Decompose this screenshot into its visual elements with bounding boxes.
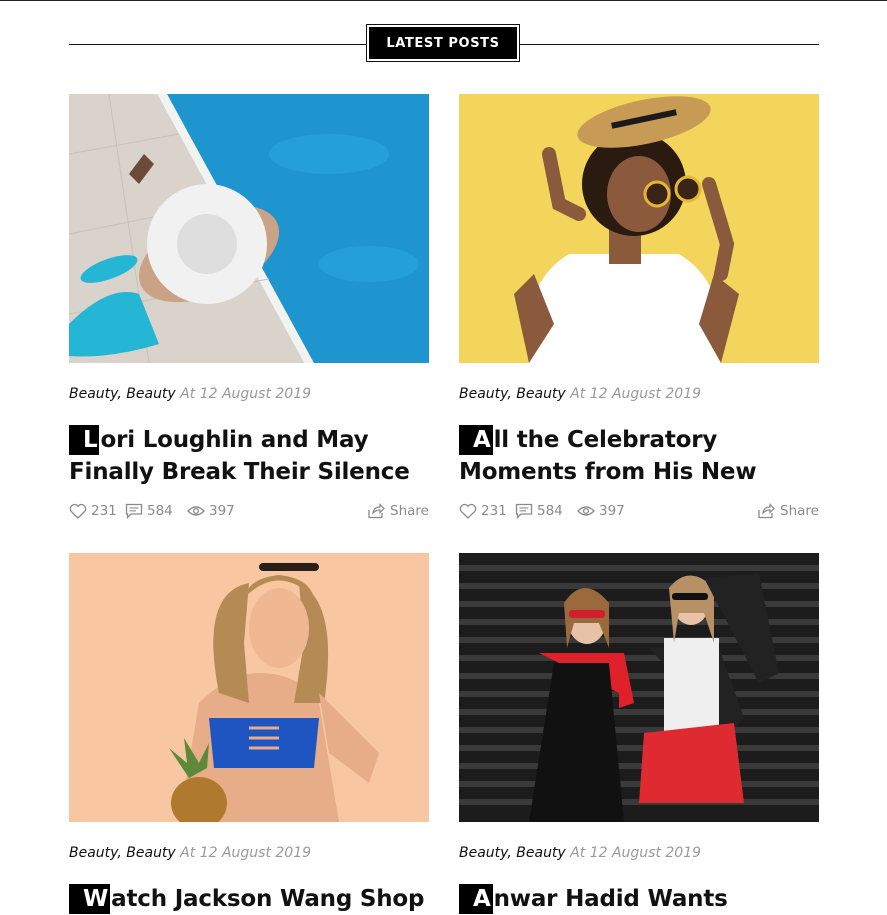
post-date: At 12 August 2019 [570, 386, 702, 402]
share-icon [758, 503, 775, 519]
dropcap: A [459, 425, 493, 455]
post-meta: Beauty, Beauty At 12 August 2019 [459, 386, 701, 402]
category-link[interactable]: Beauty [459, 845, 507, 861]
post-card: Beauty, Beauty At 12 August 2019 Lori Lo… [69, 94, 429, 519]
likes[interactable]: 231 [69, 503, 117, 519]
category-link[interactable]: Beauty [126, 845, 175, 861]
heart-icon [69, 503, 87, 519]
post-image-two-women[interactable] [459, 553, 819, 822]
share-label: Share [390, 503, 429, 519]
post-meta: Beauty, Beauty At 12 August 2019 [69, 845, 311, 861]
post-meta: Beauty, Beauty At 12 August 2019 [69, 386, 311, 402]
comment-icon [515, 503, 533, 519]
comments-count: 584 [147, 503, 173, 519]
post-image-pool[interactable] [69, 94, 429, 363]
likes-count: 231 [91, 503, 117, 519]
post-card: Beauty, Beauty At 12 August 2019 Anwar H… [459, 553, 819, 914]
post-meta: Beauty, Beauty At 12 August 2019 [459, 845, 701, 861]
section-header: LATEST POSTS [69, 24, 819, 64]
post-title-text: atch Jackson Wang Shop [111, 886, 425, 912]
separator: , [507, 386, 512, 402]
post-title-text: ori Loughlin and May Finally Break Their… [69, 427, 410, 485]
post-date: At 12 August 2019 [180, 386, 312, 402]
separator: , [117, 386, 122, 402]
post-title[interactable]: All the Celebratory Moments from His New [459, 424, 819, 488]
separator: , [117, 845, 122, 861]
share-button[interactable]: Share [367, 503, 429, 519]
post-image-pineapple-woman[interactable] [69, 553, 429, 822]
post-image-hat-woman[interactable] [459, 94, 819, 363]
dropcap: W [69, 884, 111, 914]
post-stats: 231 584 397 Share [69, 503, 429, 523]
top-border [0, 0, 887, 1]
category-link[interactable]: Beauty [516, 845, 565, 861]
share-label: Share [780, 503, 819, 519]
post-date: At 12 August 2019 [180, 845, 312, 861]
comment-icon [125, 503, 143, 519]
heart-icon [459, 503, 477, 519]
post-title-text: ll the Celebratory Moments from His New [459, 427, 757, 485]
post-card: Beauty, Beauty At 12 August 2019 All the… [459, 94, 819, 519]
comments[interactable]: 584 [125, 503, 173, 519]
post-title[interactable]: Watch Jackson Wang Shop [69, 883, 429, 915]
category-link[interactable]: Beauty [459, 386, 507, 402]
share-button[interactable]: Share [757, 503, 819, 519]
comments[interactable]: 584 [515, 503, 563, 519]
eye-icon [577, 506, 595, 516]
views: 397 [187, 503, 235, 519]
section-title: LATEST POSTS [369, 27, 517, 59]
section-badge: LATEST POSTS [366, 24, 520, 62]
views-count: 397 [209, 503, 235, 519]
post-card: Beauty, Beauty At 12 August 2019 Watch J… [69, 553, 429, 914]
post-stats: 231 584 397 Share [459, 503, 819, 523]
post-title-text: nwar Hadid Wants [493, 886, 728, 912]
category-link[interactable]: Beauty [516, 386, 565, 402]
dropcap: L [69, 425, 100, 455]
likes[interactable]: 231 [459, 503, 507, 519]
separator: , [507, 845, 512, 861]
eye-icon [187, 506, 205, 516]
dropcap: A [459, 884, 493, 914]
comments-count: 584 [537, 503, 563, 519]
likes-count: 231 [481, 503, 507, 519]
category-link[interactable]: Beauty [69, 386, 117, 402]
post-title[interactable]: Lori Loughlin and May Finally Break Thei… [69, 424, 429, 488]
post-date: At 12 August 2019 [570, 845, 702, 861]
category-link[interactable]: Beauty [69, 845, 117, 861]
post-title[interactable]: Anwar Hadid Wants [459, 883, 819, 915]
share-icon [368, 503, 385, 519]
category-link[interactable]: Beauty [126, 386, 175, 402]
views-count: 397 [599, 503, 625, 519]
views: 397 [577, 503, 625, 519]
